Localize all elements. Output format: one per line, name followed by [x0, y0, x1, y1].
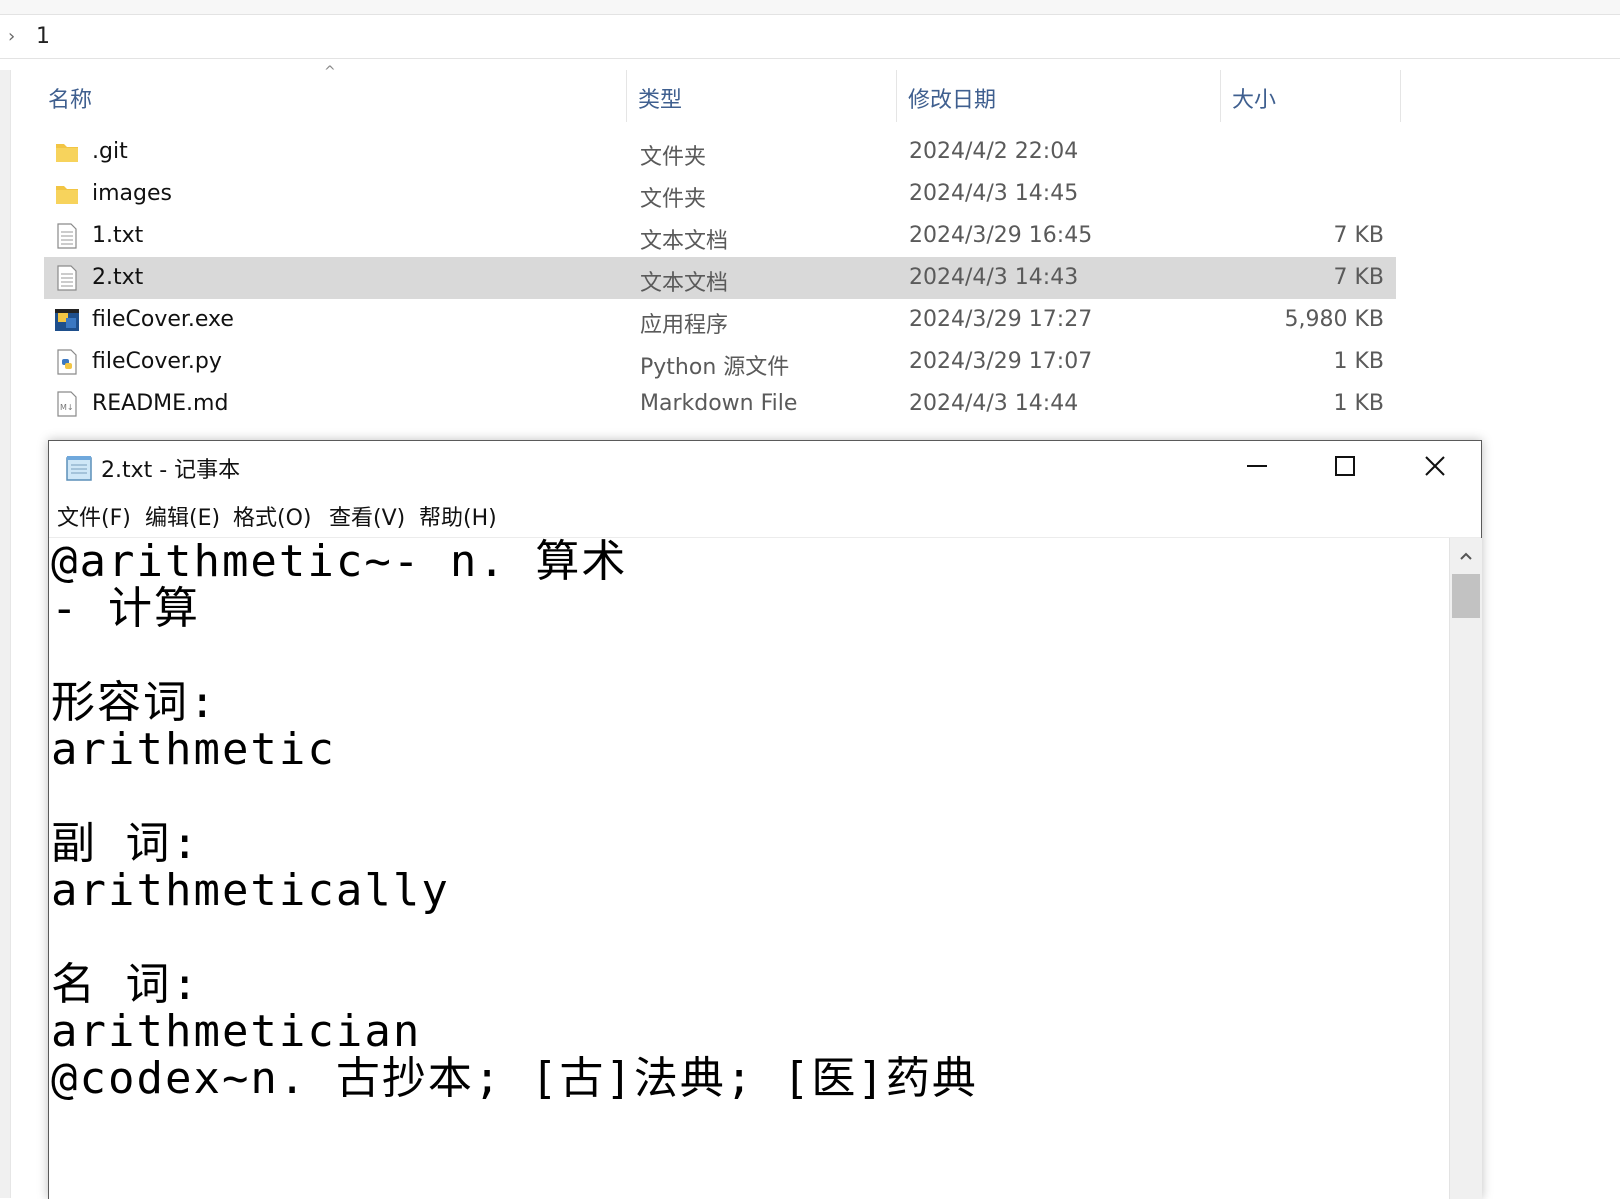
file-type: 文件夹 [640, 145, 707, 170]
text-line: @codex~n. 古抄本; [古]法典; [医]药典 [51, 1053, 978, 1104]
text-line: 副 词: [51, 818, 200, 869]
column-header-size[interactable]: 大小 [1232, 70, 1392, 122]
chevron-right-icon[interactable]: › [8, 26, 15, 47]
minimize-icon [1247, 465, 1267, 467]
column-header-type-label: 类型 [638, 88, 683, 113]
file-name[interactable]: 2.txt [92, 265, 143, 290]
folder-icon [54, 138, 80, 166]
column-divider[interactable] [896, 70, 897, 122]
column-divider[interactable] [1400, 70, 1401, 122]
file-modified: 2024/4/3 14:44 [909, 391, 1079, 416]
ribbon-edge [0, 0, 1620, 15]
folder-icon [54, 180, 80, 208]
text-file-icon [54, 264, 80, 292]
notepad-window[interactable]: 2.txt - 记事本 文件(F) 编辑(E) 格式(O) 查看(V) 帮助(H… [48, 440, 1482, 1199]
menu-help[interactable]: 帮助(H) [419, 500, 497, 532]
file-name[interactable]: 1.txt [92, 223, 143, 248]
file-size: 1 KB [1333, 349, 1384, 374]
navigation-pane-edge [0, 70, 11, 1198]
column-divider[interactable] [1220, 70, 1221, 122]
notepad-icon [63, 454, 95, 482]
text-line: arithmetician [51, 1006, 422, 1057]
text-line: arithmetic [51, 724, 336, 775]
address-bar[interactable]: › 1 [0, 16, 1620, 59]
column-divider[interactable] [626, 70, 627, 122]
column-header-name[interactable]: 名称 [48, 70, 608, 122]
menu-file[interactable]: 文件(F) [57, 500, 131, 532]
text-editor-area[interactable]: @arithmetic~- n. 算术 - 计算形容词: arithmetic 副 词… [49, 538, 1449, 1199]
file-size: 5,980 KB [1284, 307, 1385, 332]
text-line: @arithmetic~- n. 算术 [51, 538, 628, 587]
file-name[interactable]: .git [92, 139, 128, 164]
file-type: 文本文档 [640, 271, 729, 296]
file-modified: 2024/4/3 14:45 [909, 181, 1079, 206]
file-row[interactable]: .git 文件夹 2024/4/2 22:04 [44, 131, 1396, 173]
menu-edit[interactable]: 编辑(E) [145, 500, 220, 532]
file-size: 1 KB [1333, 391, 1384, 416]
column-header-size-label: 大小 [1232, 88, 1277, 113]
maximize-button[interactable] [1299, 441, 1391, 491]
menu-bar: 文件(F) 编辑(E) 格式(O) 查看(V) 帮助(H) [49, 491, 1481, 538]
file-modified: 2024/4/3 14:43 [909, 265, 1079, 290]
markdown-file-icon: M↓ [54, 390, 80, 418]
python-exe-icon [54, 306, 80, 334]
file-modified: 2024/3/29 16:45 [909, 223, 1093, 248]
file-size: 7 KB [1333, 265, 1384, 290]
file-row[interactable]: 1.txt 文本文档 2024/3/29 16:45 7 KB [44, 215, 1396, 257]
column-header-type[interactable]: 类型 [638, 70, 888, 122]
vertical-scrollbar[interactable] [1449, 538, 1482, 1199]
file-type: 文本文档 [640, 229, 729, 254]
file-row[interactable]: 2.txt 文本文档 2024/4/3 14:43 7 KB [44, 257, 1396, 299]
text-line: arithmetically [51, 865, 450, 916]
file-type: Python 源文件 [640, 355, 790, 380]
file-modified: 2024/4/2 22:04 [909, 139, 1079, 164]
file-type: 文件夹 [640, 187, 707, 212]
menu-format[interactable]: 格式(O) [233, 500, 311, 532]
text-file-icon [54, 222, 80, 250]
maximize-icon [1335, 456, 1355, 476]
text-line: 形容词: [51, 677, 218, 728]
column-header-modified[interactable]: 修改日期 [908, 70, 1208, 122]
menu-view[interactable]: 查看(V) [329, 500, 405, 532]
file-name[interactable]: fileCover.py [92, 349, 222, 374]
chevron-up-icon [1460, 552, 1472, 560]
file-type: Markdown File [640, 391, 798, 416]
text-line: 名 词: [51, 959, 200, 1010]
svg-text:M↓: M↓ [60, 403, 74, 412]
text-line: - 计算 [51, 583, 200, 634]
python-file-icon [54, 348, 80, 376]
file-type: 应用程序 [640, 313, 729, 338]
title-bar[interactable]: 2.txt - 记事本 [49, 441, 1481, 491]
file-name[interactable]: fileCover.exe [92, 307, 234, 332]
column-header-name-label: 名称 [48, 88, 93, 113]
file-modified: 2024/3/29 17:07 [909, 349, 1093, 374]
close-button[interactable] [1389, 441, 1481, 491]
file-row[interactable]: fileCover.exe 应用程序 2024/3/29 17:27 5,980 KB [44, 299, 1396, 341]
scroll-up-button[interactable] [1450, 544, 1482, 568]
file-modified: 2024/3/29 17:27 [909, 307, 1093, 332]
minimize-button[interactable] [1211, 441, 1303, 491]
close-icon [1425, 456, 1445, 476]
file-name[interactable]: README.md [92, 391, 228, 416]
scrollbar-thumb[interactable] [1452, 574, 1480, 618]
file-name[interactable]: images [92, 181, 172, 206]
file-row[interactable]: M↓ README.md Markdown File 2024/4/3 14:44 1 … [44, 383, 1396, 425]
file-row[interactable]: fileCover.py Python 源文件 2024/3/29 17:07 1 K… [44, 341, 1396, 383]
file-row[interactable]: images 文件夹 2024/4/3 14:45 [44, 173, 1396, 215]
file-size: 7 KB [1333, 223, 1384, 248]
window-title: 2.txt - 记事本 [101, 458, 241, 483]
address-path[interactable]: 1 [36, 24, 50, 49]
column-header-modified-label: 修改日期 [908, 88, 997, 113]
